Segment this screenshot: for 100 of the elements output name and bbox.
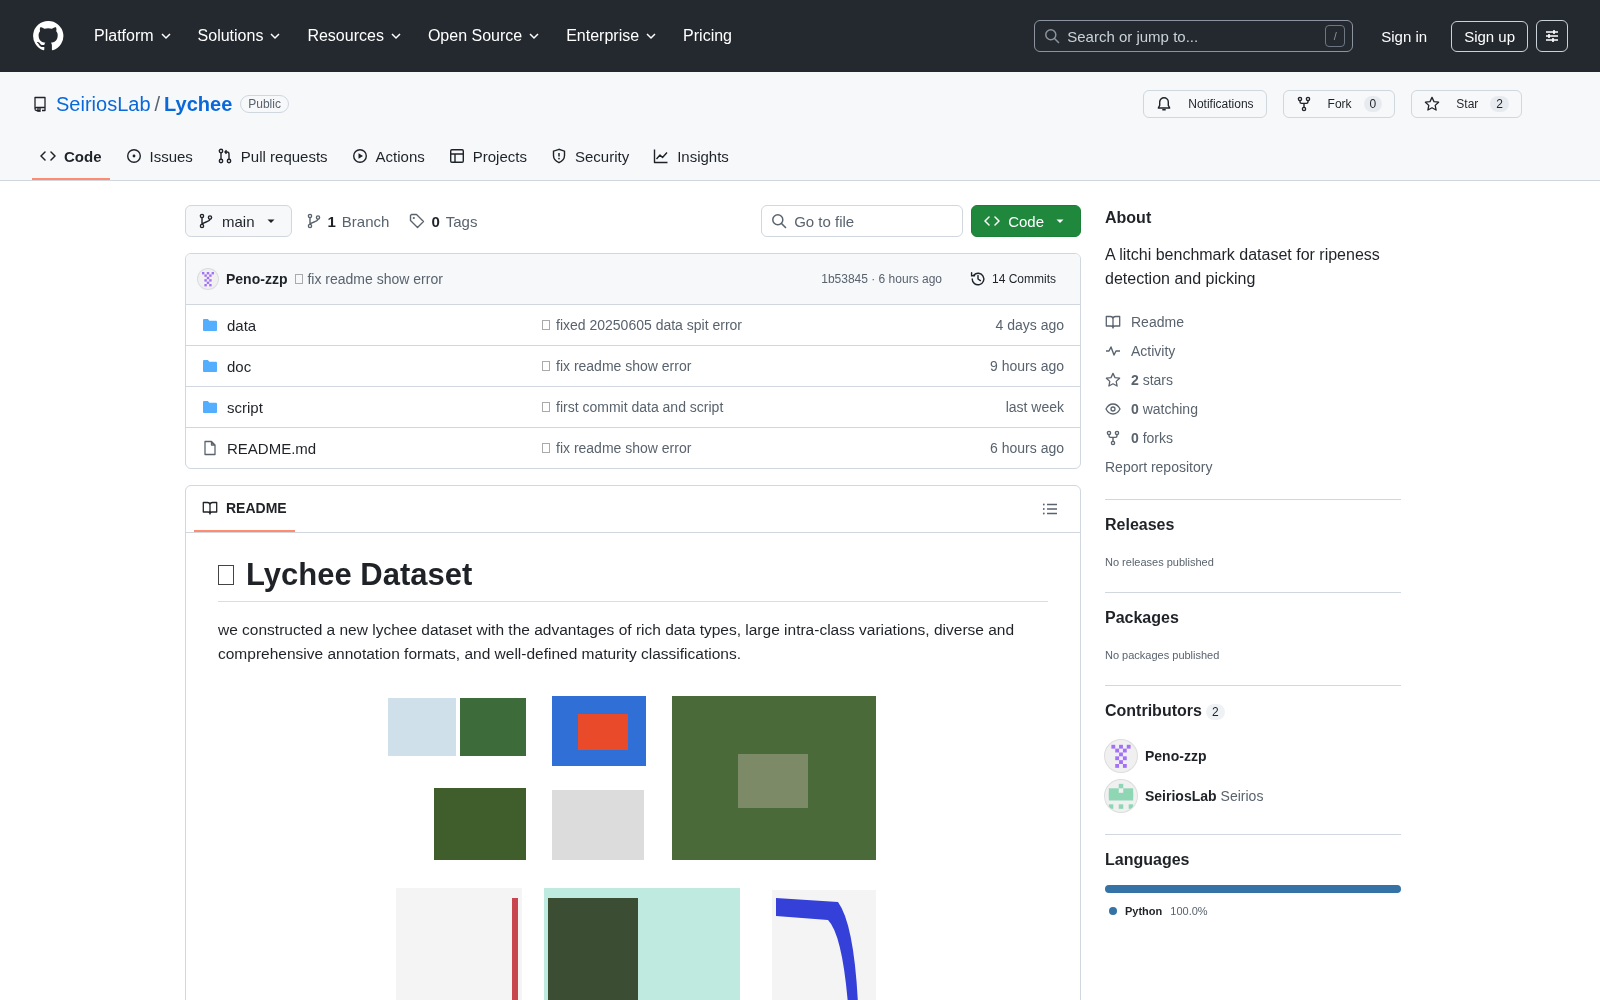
- readme-title: Lychee Dataset: [246, 557, 473, 593]
- bell-icon: [1156, 96, 1173, 112]
- counter: 0: [1363, 96, 1383, 112]
- section-heading: About: [1105, 209, 1153, 227]
- logo-icon[interactable]: [32, 20, 64, 52]
- code-button[interactable]: Code: [971, 205, 1081, 237]
- missing-glyph-icon: [542, 443, 550, 453]
- missing-glyph-icon: [542, 361, 550, 371]
- commit-age: last week: [1005, 399, 1064, 415]
- folder-icon: [202, 317, 218, 333]
- graph-icon: [653, 148, 670, 164]
- code-icon: [40, 148, 56, 164]
- report-link[interactable]: Report repository: [1105, 452, 1401, 481]
- commit-message-link[interactable]: fix readme show error: [542, 440, 991, 456]
- readme-tab[interactable]: README: [194, 486, 295, 532]
- contributor-link[interactable]: Peno-zzp: [1105, 736, 1401, 776]
- missing-glyph-icon: [218, 565, 234, 585]
- fork-link[interactable]: 0 forks: [1105, 423, 1401, 452]
- star-icon: [1424, 96, 1441, 112]
- commit-message-link[interactable]: fixed 20250605 data spit error: [542, 317, 996, 333]
- search-icon: [1044, 28, 1061, 44]
- branch-button[interactable]: main: [185, 205, 292, 237]
- star-link[interactable]: 2 stars: [1105, 365, 1401, 394]
- contributor-link[interactable]: SeiriosLab Seirios: [1105, 776, 1401, 816]
- list-icon: [1042, 501, 1058, 517]
- file-name-link[interactable]: README.md: [202, 439, 542, 457]
- branch-icon: [198, 213, 214, 229]
- star-button[interactable]: Star 2: [1411, 90, 1522, 118]
- nav-link[interactable]: Pricing: [675, 21, 740, 51]
- file-name-link[interactable]: data: [202, 316, 542, 334]
- notifications-button[interactable]: Notifications: [1143, 90, 1267, 118]
- menu-button[interactable]: Solutions: [189, 21, 292, 51]
- fork-icon: [1295, 96, 1312, 112]
- clock-icon: [970, 271, 986, 287]
- tab[interactable]: Code: [32, 134, 110, 180]
- menu-button[interactable]: Enterprise: [558, 21, 668, 51]
- tab[interactable]: Projects: [440, 134, 535, 180]
- owner-link[interactable]: SeiriosLab: [56, 92, 151, 116]
- go-to-file-field[interactable]: Go to file: [761, 205, 964, 237]
- fork-icon: [1105, 429, 1121, 446]
- star-icon: [1105, 371, 1121, 388]
- book-icon: [202, 500, 218, 516]
- repo-description: A litchi benchmark dataset for ripeness detection and picking: [1105, 245, 1381, 289]
- missing-glyph-icon: [542, 320, 550, 330]
- contributor-name: Seirios: [1220, 788, 1264, 804]
- shortcut-key: /: [1325, 25, 1346, 47]
- folder-icon: [202, 399, 218, 415]
- sign-up-button[interactable]: Sign up: [1451, 20, 1528, 52]
- tags-link[interactable]: 0 Tags: [403, 212, 484, 230]
- sign-in-link[interactable]: Sign in: [1369, 21, 1440, 51]
- section-heading: Languages: [1105, 851, 1191, 869]
- counter: 2: [1490, 96, 1509, 112]
- play-icon: [351, 148, 368, 164]
- commit-age: 9 hours ago: [990, 358, 1064, 374]
- commits-link[interactable]: 14 Commits: [962, 267, 1064, 291]
- branches-link[interactable]: 1 Branch: [299, 212, 396, 230]
- watch-link[interactable]: 0 watching: [1105, 394, 1401, 423]
- search-icon: [771, 213, 788, 229]
- tag-icon: [409, 213, 426, 229]
- section-heading: Packages: [1105, 609, 1180, 627]
- tab[interactable]: Security: [542, 134, 638, 180]
- activity-link[interactable]: Activity: [1105, 336, 1401, 365]
- readme-paragraph: we constructed a new lychee dataset with the advantages of rich data types, large intra-class variations, diverse and comprehensive annotation formats, and well-defined maturity classifications.: [218, 620, 1016, 664]
- commit-meta: 1b53845 · 6 hours ago: [821, 272, 942, 286]
- missing-glyph-icon: [295, 274, 304, 284]
- empty-note: No packages published: [1105, 648, 1221, 663]
- tab[interactable]: Insights: [645, 134, 737, 180]
- counter: 2: [1205, 704, 1225, 720]
- folder-icon: [202, 358, 218, 374]
- path-separator: /: [154, 92, 161, 116]
- empty-note: No releases published: [1105, 555, 1215, 570]
- fork-button[interactable]: Fork 0: [1282, 90, 1396, 118]
- tab[interactable]: Actions: [343, 134, 433, 180]
- file-name-link[interactable]: script: [202, 398, 542, 416]
- commit-message-link[interactable]: fix readme show error: [542, 358, 991, 374]
- menu-button[interactable]: Platform: [86, 21, 182, 51]
- tab[interactable]: Issues: [117, 134, 201, 180]
- file-icon: [202, 440, 218, 456]
- commit-message-link[interactable]: first commit data and script: [542, 399, 1006, 415]
- avatar: [198, 269, 218, 289]
- code-icon: [984, 213, 1001, 229]
- issue-icon: [125, 148, 142, 164]
- tab[interactable]: Pull requests: [208, 134, 336, 180]
- missing-glyph-icon: [542, 402, 550, 412]
- branch-icon: [305, 213, 322, 229]
- eye-icon: [1105, 400, 1121, 417]
- commit-age: 4 days ago: [995, 317, 1064, 333]
- readme-link[interactable]: Readme: [1105, 307, 1401, 336]
- language-name[interactable]: Python: [1125, 905, 1163, 917]
- commit-author-link[interactable]: Peno-zzp: [226, 271, 288, 287]
- repo-name-link[interactable]: Lychee: [164, 92, 233, 116]
- commit-message-link[interactable]: fix readme show error: [295, 271, 443, 287]
- menu-button[interactable]: [1536, 20, 1568, 52]
- section-heading: Contributors: [1105, 702, 1202, 719]
- menu-button[interactable]: Open Source: [419, 21, 551, 51]
- book-icon: [1105, 313, 1121, 330]
- shield-icon: [550, 148, 567, 164]
- commit-age: 6 hours ago: [990, 440, 1064, 456]
- menu-button[interactable]: Resources: [299, 21, 412, 51]
- file-name-link[interactable]: doc: [202, 357, 542, 375]
